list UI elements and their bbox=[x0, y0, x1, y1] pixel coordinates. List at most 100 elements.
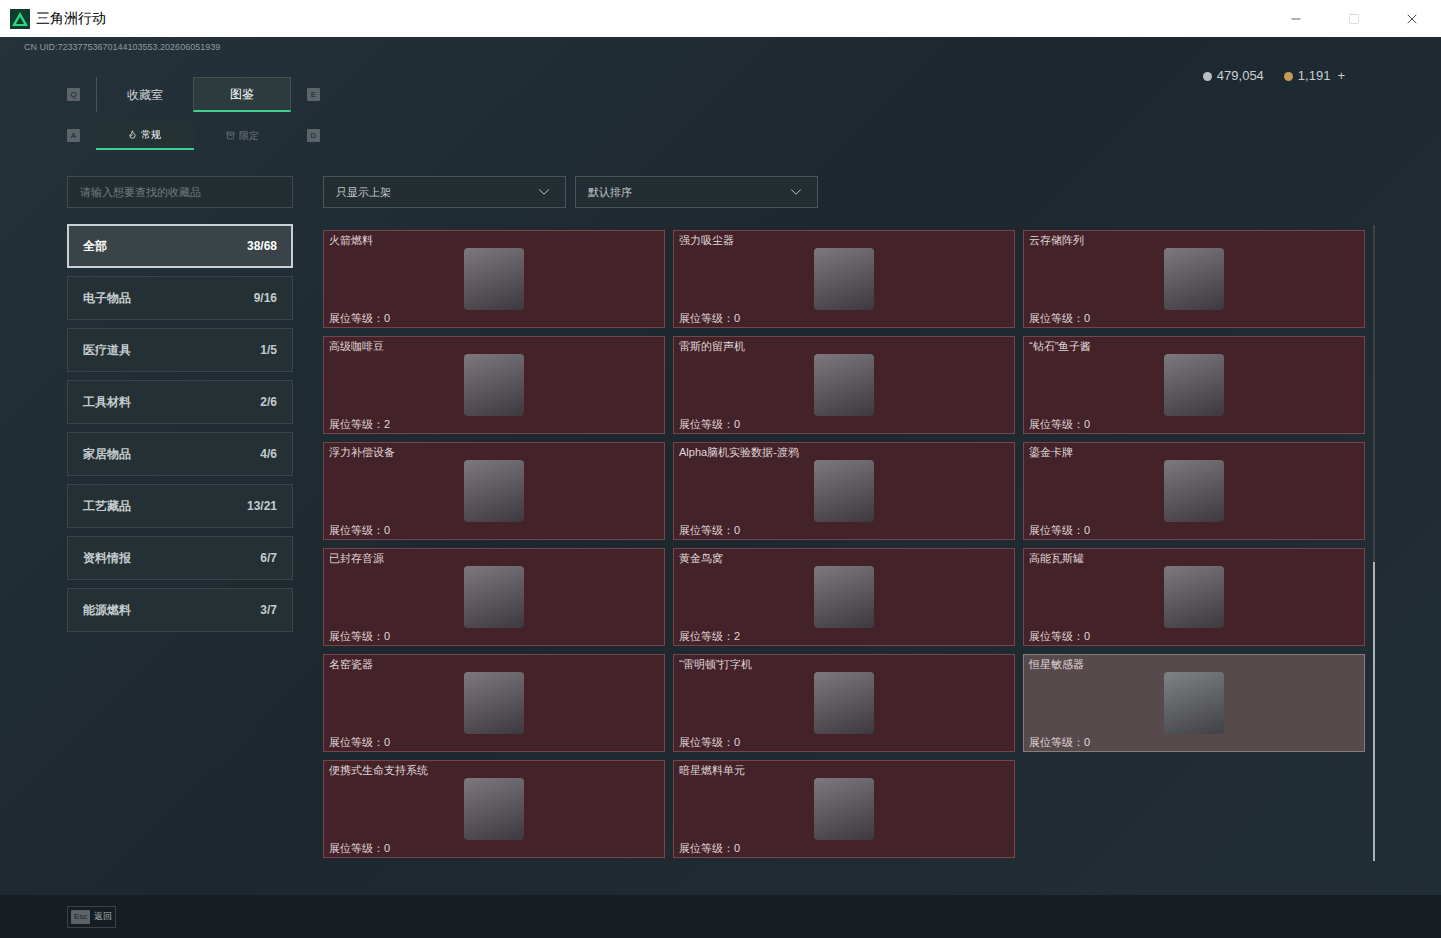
item-image bbox=[464, 672, 524, 734]
category-item[interactable]: 工艺藏品13/21 bbox=[67, 484, 293, 528]
item-image bbox=[814, 248, 874, 310]
card-title: 便携式生命支持系统 bbox=[329, 763, 659, 777]
card-level: 展位等级：0 bbox=[679, 311, 1009, 325]
minimize-icon bbox=[1289, 12, 1303, 26]
add-currency-button[interactable]: + bbox=[1337, 66, 1345, 86]
maximize-button[interactable] bbox=[1325, 0, 1383, 37]
item-image bbox=[464, 566, 524, 628]
collection-card[interactable]: 高级咖啡豆展位等级：2 bbox=[323, 336, 665, 434]
collection-card[interactable]: 恒星敏感器展位等级：0 bbox=[1023, 654, 1365, 752]
collection-grid: 火箭燃料展位等级：0强力吸尘器展位等级：0云存储阵列展位等级：0高级咖啡豆展位等… bbox=[323, 224, 1365, 861]
card-level: 展位等级：0 bbox=[679, 841, 1009, 855]
currency: 479,054 bbox=[1203, 66, 1264, 86]
limited-icon bbox=[226, 131, 235, 140]
item-image bbox=[464, 778, 524, 840]
card-title: 云存储阵列 bbox=[1029, 233, 1359, 247]
game-logo-icon bbox=[10, 9, 30, 29]
category-sidebar: 全部38/68 电子物品9/16 医疗道具1/5 工具材料2/6 家居物品4/6 工艺藏品… bbox=[67, 224, 293, 861]
card-title: 雷斯的留声机 bbox=[679, 339, 1009, 353]
search-field[interactable]: 请输入想要查找的收藏品 bbox=[67, 176, 293, 208]
card-title: Alpha脑机实验数据-渡鸦 bbox=[679, 445, 1009, 459]
sub-tab[interactable]: 常规 bbox=[96, 121, 194, 150]
item-image bbox=[814, 354, 874, 416]
collection-card[interactable]: 火箭燃料展位等级：0 bbox=[323, 230, 665, 328]
card-title: 高能瓦斯罐 bbox=[1029, 551, 1359, 565]
chevron-down-icon bbox=[535, 183, 553, 201]
key-hint: E bbox=[307, 88, 320, 101]
category-item[interactable]: 全部38/68 bbox=[67, 224, 293, 268]
close-icon bbox=[1404, 11, 1420, 27]
collection-card[interactable]: “钻石”鱼子酱展位等级：0 bbox=[1023, 336, 1365, 434]
main-tab[interactable]: 图鉴 bbox=[193, 77, 291, 112]
sub-tab[interactable]: 限定 bbox=[194, 121, 292, 150]
main-tabs: Q 收藏室图鉴 E bbox=[67, 77, 320, 112]
card-title: 高级咖啡豆 bbox=[329, 339, 659, 353]
scrollbar-thumb[interactable] bbox=[1373, 562, 1375, 861]
filter-dropdown[interactable]: 只显示上架 bbox=[323, 176, 566, 208]
card-title: 强力吸尘器 bbox=[679, 233, 1009, 247]
filter-row: 请输入想要查找的收藏品只显示上架默认排序 bbox=[0, 176, 1441, 208]
uid-label: CN UID:72337753670144103553.202606051939 bbox=[0, 37, 1441, 57]
card-level: 展位等级：0 bbox=[329, 841, 659, 855]
collection-card[interactable]: 强力吸尘器展位等级：0 bbox=[673, 230, 1015, 328]
card-level: 展位等级：0 bbox=[329, 523, 659, 537]
collection-card[interactable]: 鎏金卡牌展位等级：0 bbox=[1023, 442, 1365, 540]
item-image bbox=[814, 460, 874, 522]
category-item[interactable]: 医疗道具1/5 bbox=[67, 328, 293, 372]
minimize-button[interactable] bbox=[1267, 0, 1325, 37]
coin-icon bbox=[1284, 72, 1293, 81]
footer-bar: Esc返回 bbox=[0, 895, 1441, 938]
item-image bbox=[814, 566, 874, 628]
filter-dropdown[interactable]: 默认排序 bbox=[575, 176, 818, 208]
sub-tabs: A常规限定D bbox=[67, 121, 320, 150]
category-item[interactable]: 电子物品9/16 bbox=[67, 276, 293, 320]
collection-card[interactable]: 黄金鸟窝展位等级：2 bbox=[673, 548, 1015, 646]
collection-card[interactable]: 浮力补偿设备展位等级：0 bbox=[323, 442, 665, 540]
regular-icon bbox=[128, 130, 137, 139]
category-item[interactable]: 能源燃料3/7 bbox=[67, 588, 293, 632]
card-title: 暗星燃料单元 bbox=[679, 763, 1009, 777]
card-level: 展位等级：2 bbox=[329, 417, 659, 431]
card-level: 展位等级：0 bbox=[1029, 311, 1359, 325]
key-hint: A bbox=[67, 129, 80, 142]
collection-card[interactable]: 已封存音源展位等级：0 bbox=[323, 548, 665, 646]
card-title: “钻石”鱼子酱 bbox=[1029, 339, 1359, 353]
key-hint: Q bbox=[67, 88, 80, 101]
card-level: 展位等级：0 bbox=[679, 417, 1009, 431]
category-item[interactable]: 家居物品4/6 bbox=[67, 432, 293, 476]
window-title: 三角洲行动 bbox=[36, 8, 106, 29]
chevron-down-icon bbox=[787, 183, 805, 201]
collection-card[interactable]: 高能瓦斯罐展位等级：0 bbox=[1023, 548, 1365, 646]
card-level: 展位等级：0 bbox=[679, 523, 1009, 537]
card-level: 展位等级：0 bbox=[1029, 735, 1359, 749]
collection-card[interactable]: 云存储阵列展位等级：0 bbox=[1023, 230, 1365, 328]
item-image bbox=[1164, 566, 1224, 628]
maximize-icon bbox=[1348, 13, 1360, 25]
category-item[interactable]: 工具材料2/6 bbox=[67, 380, 293, 424]
item-image bbox=[1164, 672, 1224, 734]
card-level: 展位等级：2 bbox=[679, 629, 1009, 643]
item-image bbox=[464, 354, 524, 416]
app-window: 三角洲行动 CN UID:72337753670144103553.2026060… bbox=[0, 0, 1441, 938]
collection-card[interactable]: “雷明顿”打字机展位等级：0 bbox=[673, 654, 1015, 752]
card-title: 已封存音源 bbox=[329, 551, 659, 565]
category-item[interactable]: 资料情报6/7 bbox=[67, 536, 293, 580]
collection-card[interactable]: 名窑瓷器展位等级：0 bbox=[323, 654, 665, 752]
item-image bbox=[1164, 248, 1224, 310]
card-level: 展位等级：0 bbox=[1029, 417, 1359, 431]
card-level: 展位等级：0 bbox=[1029, 523, 1359, 537]
close-button[interactable] bbox=[1383, 0, 1441, 37]
item-image bbox=[464, 248, 524, 310]
main-tab[interactable]: 收藏室 bbox=[96, 77, 193, 112]
collection-card[interactable]: Alpha脑机实验数据-渡鸦展位等级：0 bbox=[673, 442, 1015, 540]
currency: 1,191+ bbox=[1284, 66, 1345, 86]
collection-card[interactable]: 暗星燃料单元展位等级：0 bbox=[673, 760, 1015, 858]
card-title: 黄金鸟窝 bbox=[679, 551, 1009, 565]
scrollbar[interactable] bbox=[1373, 225, 1375, 861]
item-image bbox=[814, 778, 874, 840]
card-title: “雷明顿”打字机 bbox=[679, 657, 1009, 671]
back-button[interactable]: Esc返回 bbox=[67, 906, 116, 928]
collection-card[interactable]: 雷斯的留声机展位等级：0 bbox=[673, 336, 1015, 434]
collection-card[interactable]: 便携式生命支持系统展位等级：0 bbox=[323, 760, 665, 858]
card-title: 浮力补偿设备 bbox=[329, 445, 659, 459]
